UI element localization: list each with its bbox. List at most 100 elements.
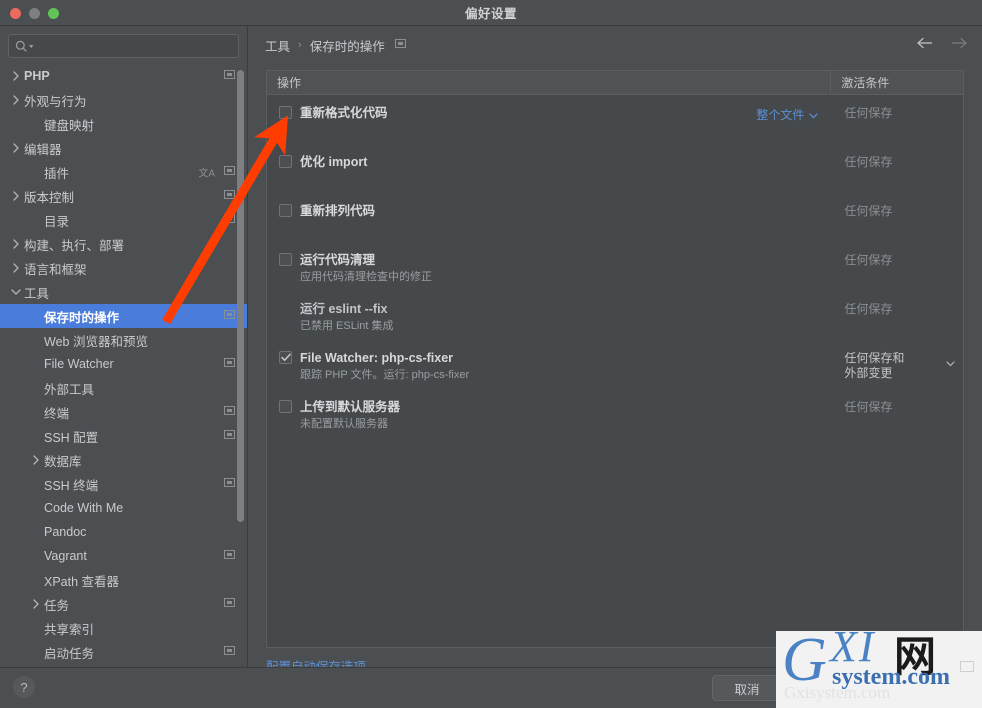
condition-cell[interactable]: 任何保存 xyxy=(830,95,963,144)
sidebar-item-6[interactable]: 目录 xyxy=(0,208,247,232)
chevron-down-icon[interactable] xyxy=(10,286,22,298)
sidebar-item-label: 插件 xyxy=(44,166,70,181)
condition-cell[interactable]: 任何保存 xyxy=(830,242,963,291)
sidebar-item-20[interactable]: Vagrant xyxy=(0,544,247,568)
sidebar-item-5[interactable]: 版本控制 xyxy=(0,184,247,208)
condition-cell[interactable]: 任何保存 xyxy=(830,291,963,340)
copy-settings-icon[interactable] xyxy=(224,165,235,179)
sidebar-item-7[interactable]: 构建、执行、部署 xyxy=(0,232,247,256)
sidebar-item-label: Vagrant xyxy=(44,549,87,563)
sidebar-item-16[interactable]: 数据库 xyxy=(0,448,247,472)
chevron-right-icon[interactable] xyxy=(10,94,22,106)
copy-settings-icon[interactable] xyxy=(224,477,235,491)
action-checkbox[interactable] xyxy=(279,106,292,119)
action-checkbox[interactable] xyxy=(279,204,292,217)
action-checkbox[interactable] xyxy=(279,400,292,413)
chevron-right-icon[interactable] xyxy=(30,454,42,466)
search-input[interactable] xyxy=(35,39,232,53)
sidebar-item-19[interactable]: Pandoc xyxy=(0,520,247,544)
forward-arrow-icon[interactable] xyxy=(951,36,968,54)
sidebar-item-label: PHP xyxy=(24,69,50,83)
close-button[interactable] xyxy=(10,8,21,19)
copy-settings-icon[interactable] xyxy=(224,429,235,443)
sidebar-item-10[interactable]: 保存时的操作 xyxy=(0,304,247,328)
scope-dropdown[interactable]: 整个文件 xyxy=(756,106,818,123)
copy-settings-icon[interactable] xyxy=(224,213,235,227)
condition-cell[interactable]: 任何保存和 外部变更 xyxy=(830,340,963,389)
sidebar-item-18[interactable]: Code With Me xyxy=(0,496,247,520)
condition-label: 任何保存 xyxy=(844,302,893,316)
condition-cell[interactable]: 任何保存 xyxy=(830,144,963,193)
copy-settings-icon[interactable] xyxy=(224,405,235,419)
table-row[interactable]: 重新排列代码 任何保存 xyxy=(267,193,963,242)
copy-settings-icon[interactable] xyxy=(224,189,235,203)
table-row[interactable]: 运行 eslint --fix 已禁用 ESLint 集成 任何保存 xyxy=(267,291,963,340)
zoom-button[interactable] xyxy=(48,8,59,19)
sidebar-item-label: 数据库 xyxy=(44,454,82,469)
table-header-row: 操作 激活条件 xyxy=(267,71,963,95)
sidebar-item-label: 启动任务 xyxy=(44,646,95,661)
help-button[interactable]: ? xyxy=(13,676,35,698)
condition-cell[interactable]: 任何保存 xyxy=(830,193,963,242)
copy-settings-icon[interactable] xyxy=(224,357,235,371)
sidebar-item-22[interactable]: 任务 xyxy=(0,592,247,616)
table-row[interactable]: 重新格式化代码 整个文件 任何保存 xyxy=(267,95,963,144)
column-header-action[interactable]: 操作 xyxy=(267,71,830,94)
table-row[interactable]: 优化 import 任何保存 xyxy=(267,144,963,193)
sidebar-item-8[interactable]: 语言和框架 xyxy=(0,256,247,280)
back-arrow-icon[interactable] xyxy=(916,36,933,54)
sidebar-scrollbar[interactable] xyxy=(237,70,244,522)
sidebar-item-label: 外部工具 xyxy=(44,382,95,397)
sidebar-item-4[interactable]: 插件 文A xyxy=(0,160,247,184)
chevron-right-icon[interactable] xyxy=(10,262,22,274)
sidebar-item-11[interactable]: Web 浏览器和预览 xyxy=(0,328,247,352)
table-row[interactable]: 上传到默认服务器 未配置默认服务器 任何保存 xyxy=(267,389,963,438)
condition-cell[interactable]: 任何保存 xyxy=(830,389,963,438)
sidebar-item-3[interactable]: 编辑器 xyxy=(0,136,247,160)
minimize-button[interactable] xyxy=(29,8,40,19)
action-checkbox[interactable] xyxy=(279,253,292,266)
watermark-logo-g: G xyxy=(782,631,827,694)
chevron-right-icon[interactable] xyxy=(10,142,22,154)
chevron-right-icon[interactable] xyxy=(10,238,22,250)
chevron-down-icon[interactable] xyxy=(946,356,955,371)
sidebar-item-17[interactable]: SSH 终端 xyxy=(0,472,247,496)
copy-settings-icon[interactable] xyxy=(224,69,235,83)
table-row[interactable]: 运行代码清理 应用代码清理检查中的修正 任何保存 xyxy=(267,242,963,291)
copy-settings-icon[interactable] xyxy=(224,309,235,323)
sidebar-item-12[interactable]: File Watcher xyxy=(0,352,247,376)
sidebar-item-label: 共享索引 xyxy=(44,622,95,637)
sidebar-item-14[interactable]: 终端 xyxy=(0,400,247,424)
sidebar-item-21[interactable]: XPath 查看器 xyxy=(0,568,247,592)
breadcrumb-root[interactable]: 工具 xyxy=(265,36,290,55)
copy-settings-path-icon[interactable] xyxy=(394,36,406,54)
cancel-button[interactable]: 取消 xyxy=(712,675,782,701)
chevron-right-icon[interactable] xyxy=(10,70,22,82)
sidebar-item-0[interactable]: PHP xyxy=(0,64,247,88)
chevron-right-icon[interactable] xyxy=(30,598,42,610)
action-checkbox[interactable] xyxy=(279,155,292,168)
search-box[interactable] xyxy=(8,34,239,58)
copy-settings-icon[interactable] xyxy=(224,645,235,659)
action-title: 运行 eslint --fix xyxy=(300,302,388,316)
chevron-right-icon[interactable] xyxy=(10,190,22,202)
breadcrumb-separator: › xyxy=(298,39,302,51)
sidebar-item-13[interactable]: 外部工具 xyxy=(0,376,247,400)
sidebar-item-23[interactable]: 共享索引 xyxy=(0,616,247,640)
copy-settings-icon[interactable] xyxy=(224,549,235,563)
sidebar-item-15[interactable]: SSH 配置 xyxy=(0,424,247,448)
column-header-condition[interactable]: 激活条件 xyxy=(830,71,963,94)
action-cell: File Watcher: php-cs-fixer 跟踪 PHP 文件。运行: … xyxy=(267,340,830,389)
table-row[interactable]: File Watcher: php-cs-fixer 跟踪 PHP 文件。运行: … xyxy=(267,340,963,389)
sidebar-item-24[interactable]: 启动任务 xyxy=(0,640,247,664)
copy-settings-icon[interactable] xyxy=(224,597,235,611)
sidebar-item-9[interactable]: 工具 xyxy=(0,280,247,304)
action-checkbox[interactable] xyxy=(279,351,292,364)
search-dropdown-caret[interactable] xyxy=(28,37,35,55)
sidebar-item-1[interactable]: 外观与行为 xyxy=(0,88,247,112)
sidebar-item-2[interactable]: 键盘映射 xyxy=(0,112,247,136)
